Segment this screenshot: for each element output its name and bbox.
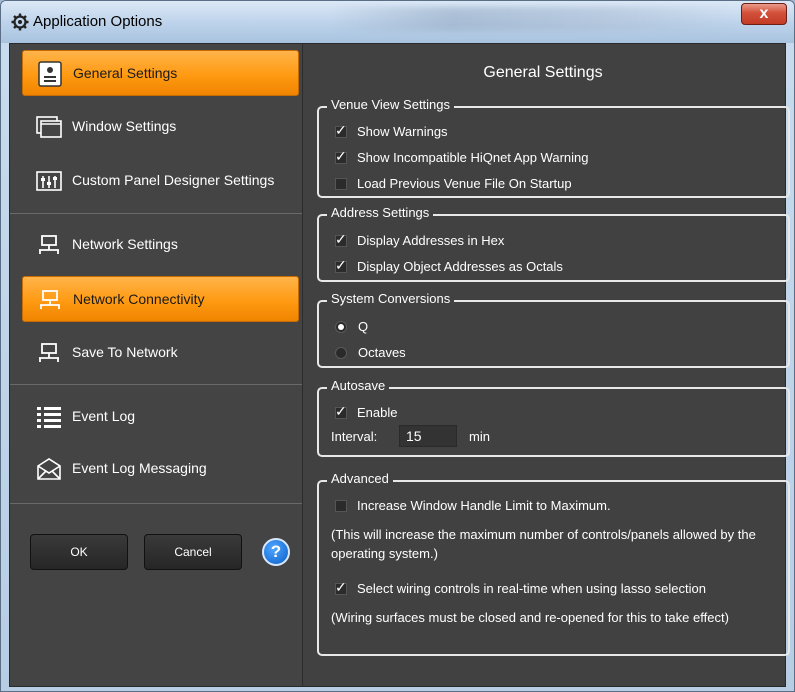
event-log-icon — [37, 407, 61, 428]
radio-selected[interactable] — [335, 321, 347, 333]
sidebar-divider — [10, 213, 302, 214]
sidebar-item-label: Event Log — [72, 408, 136, 424]
checkbox-label: Show Warnings — [357, 124, 448, 139]
sidebar-item-network-connectivity[interactable]: Network Connectivity — [22, 276, 299, 322]
application-options-window: Application Options x General Settings W… — [0, 0, 795, 692]
checkbox-checked[interactable] — [335, 122, 347, 139]
advanced-group: Advanced Increase Window Handle Limit to… — [317, 471, 790, 656]
save-network-icon — [39, 343, 59, 362]
checkbox-label: Display Object Addresses as Octals — [357, 259, 563, 274]
panel-designer-icon — [36, 171, 62, 191]
checkbox-checked[interactable] — [335, 257, 347, 274]
envelope-icon — [37, 458, 61, 480]
window-title: Application Options — [33, 13, 163, 30]
radio-unselected[interactable] — [335, 347, 347, 359]
sidebar-item-label: General Settings — [73, 65, 178, 81]
page-title: General Settings — [483, 64, 603, 81]
network-connectivity-icon — [40, 290, 60, 309]
sidebar-item-window-settings[interactable]: Window Settings — [22, 104, 299, 150]
radio-label: Octaves — [358, 345, 406, 360]
network-icon — [39, 235, 59, 254]
display-object-addresses-octals-checkbox[interactable]: Display Object Addresses as Octals — [335, 257, 563, 274]
radio-label: Q — [358, 319, 369, 334]
handle-limit-note: (This will increase the maximum number o… — [331, 527, 756, 561]
checkbox-unchecked[interactable] — [335, 178, 347, 190]
interval-label: Interval: — [331, 429, 378, 444]
close-button[interactable]: x — [741, 3, 787, 25]
window-icon — [36, 116, 62, 138]
sidebar-divider — [10, 503, 302, 504]
show-incompatible-hiqnet-warning-checkbox[interactable]: Show Incompatible HiQnet App Warning — [335, 148, 589, 165]
load-previous-venue-checkbox[interactable]: Load Previous Venue File On Startup — [335, 176, 572, 191]
checkbox-label: Increase Window Handle Limit to Maximum. — [357, 498, 611, 513]
interval-input[interactable] — [399, 425, 457, 447]
title-bar[interactable]: Application Options x — [1, 1, 794, 43]
checkbox-label: Show Incompatible HiQnet App Warning — [357, 150, 589, 165]
group-title: Venue View Settings — [327, 97, 455, 112]
title-bar-background-blur — [331, 7, 731, 31]
group-title: System Conversions — [327, 291, 455, 306]
cancel-button[interactable]: Cancel — [144, 534, 242, 570]
sidebar-item-general-settings[interactable]: General Settings — [22, 50, 299, 96]
group-title: Advanced — [327, 471, 393, 486]
sidebar-item-label: Save To Network — [72, 344, 178, 360]
checkbox-label: Enable — [357, 405, 398, 420]
help-icon[interactable]: ? — [262, 538, 290, 566]
sidebar-item-label: Window Settings — [72, 118, 177, 134]
lasso-selection-checkbox[interactable]: Select wiring controls in real-time when… — [335, 579, 706, 596]
display-addresses-hex-checkbox[interactable]: Display Addresses in Hex — [335, 231, 505, 248]
checkbox-checked[interactable] — [335, 579, 347, 596]
checkbox-label: Display Addresses in Hex — [357, 233, 505, 248]
checkbox-label: Select wiring controls in real-time when… — [357, 581, 706, 596]
autosave-group: Autosave Enable Interval: min — [317, 378, 790, 457]
lasso-note: (Wiring surfaces must be closed and re-o… — [331, 610, 729, 625]
conversion-octaves-radio[interactable]: Octaves — [335, 345, 406, 360]
checkbox-checked[interactable] — [335, 148, 347, 165]
checkbox-checked[interactable] — [335, 403, 347, 420]
sidebar-item-label: Network Connectivity — [73, 291, 205, 307]
group-title: Address Settings — [327, 205, 434, 220]
checkbox-checked[interactable] — [335, 231, 347, 248]
dialog-client-area: General Settings Window Settings Custom … — [9, 43, 790, 687]
sidebar-item-event-log[interactable]: Event Log — [22, 394, 299, 440]
sidebar-item-network-settings[interactable]: Network Settings — [22, 222, 299, 268]
show-warnings-checkbox[interactable]: Show Warnings — [335, 122, 448, 139]
venue-view-settings-group: Venue View Settings Show Warnings Show I… — [317, 97, 790, 198]
interval-unit: min — [469, 429, 490, 444]
gear-icon — [11, 13, 29, 31]
window-handle-limit-checkbox[interactable]: Increase Window Handle Limit to Maximum. — [335, 498, 611, 513]
sidebar-item-label: Custom Panel Designer Settings — [72, 172, 275, 188]
sidebar-item-custom-panel-designer[interactable]: Custom Panel Designer Settings — [22, 158, 299, 204]
system-conversions-group: System Conversions Q Octaves — [317, 291, 790, 368]
checkbox-label: Load Previous Venue File On Startup — [357, 176, 572, 191]
general-settings-icon — [38, 61, 62, 87]
sidebar-item-label: Event Log Messaging — [72, 460, 207, 476]
sidebar: General Settings Window Settings Custom … — [10, 44, 303, 686]
autosave-enable-checkbox[interactable]: Enable — [335, 403, 398, 420]
group-title: Autosave — [327, 378, 390, 393]
ok-button[interactable]: OK — [30, 534, 128, 570]
checkbox-unchecked[interactable] — [335, 500, 347, 512]
settings-panel: General Settings Venue View Settings Sho… — [303, 44, 790, 686]
sidebar-item-label: Network Settings — [72, 236, 178, 252]
sidebar-item-save-to-network[interactable]: Save To Network — [22, 330, 299, 376]
address-settings-group: Address Settings Display Addresses in He… — [317, 205, 790, 282]
conversion-q-radio[interactable]: Q — [335, 319, 368, 334]
sidebar-divider — [10, 384, 302, 385]
sidebar-item-event-log-messaging[interactable]: Event Log Messaging — [22, 446, 299, 492]
